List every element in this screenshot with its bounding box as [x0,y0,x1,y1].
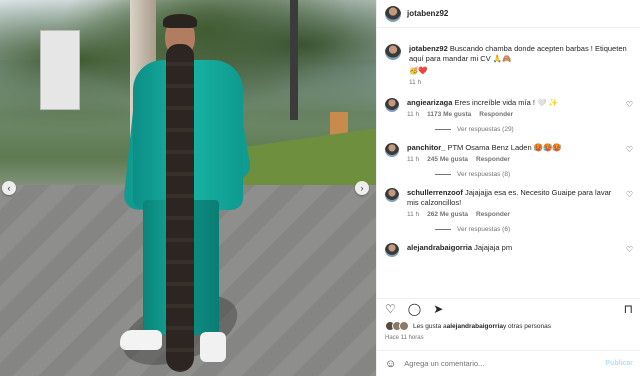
publish-button[interactable]: Publicar [605,360,633,367]
avatar[interactable] [385,98,399,112]
chevron-right-icon: › [360,183,364,193]
emoji-icon[interactable]: ☺ [385,358,396,370]
heart-icon[interactable]: ♡ [626,245,633,257]
heart-icon[interactable]: ♡ [626,100,633,118]
comment-time: 11 h [407,111,420,118]
man-in-teal-suit [0,0,376,376]
post-time: Hace 11 horas [385,335,424,341]
comment-username[interactable]: panchitor_ [407,143,445,152]
post-header: jotabenz92 [377,0,640,28]
comment-input[interactable]: Agrega un comentario... [404,359,484,368]
next-photo-button[interactable]: › [355,181,369,195]
avatar [399,321,409,331]
likes-suffix: y otras personas [502,322,552,330]
comment-icon[interactable]: ◯ [408,303,421,315]
caption-time: 11 h [409,79,422,86]
comment-time: 11 h [407,211,420,218]
caption: jotabenz92 Buscando chamba donde acepten… [377,44,640,86]
view-replies-label[interactable]: Ver respuestas (29) [457,126,514,133]
right-shoe [200,332,226,362]
avatar[interactable] [385,44,401,60]
reply-button[interactable]: Responder [479,111,513,118]
comment-body: Eres increíble vida mía ! 🤍 ✨ [454,98,558,107]
like-heart-icon[interactable]: ♡ [385,303,396,315]
likes-prefix: Les gusta a [413,322,447,330]
post-actions: ♡ ◯ ➤ ⊓ [377,298,640,318]
left-shoe [120,330,162,350]
view-replies[interactable]: Ver respuestas (8) [435,171,640,178]
divider [435,129,451,130]
comment-username[interactable]: angiearizaga [407,98,452,107]
post-username[interactable]: jotabenz92 [407,9,448,18]
comment-item: schullerrenzoof Jajajajja esa es. Necesi… [377,188,640,218]
avatar[interactable] [385,243,399,257]
comment-text: angiearizaga Eres increíble vida mía ! 🤍… [407,98,622,108]
heart-icon[interactable]: ♡ [626,190,633,218]
post-photo: ‹ › [0,0,376,376]
caption-emojis: 🥳❤️ [409,66,428,75]
prev-photo-button[interactable]: ‹ [2,181,16,195]
view-replies[interactable]: Ver respuestas (29) [435,126,640,133]
view-replies-label[interactable]: Ver respuestas (8) [457,171,510,178]
view-replies-label[interactable]: Ver respuestas (6) [457,226,510,233]
comment-meta: 11 h 262 Me gusta Responder [407,211,622,218]
comment-username[interactable]: alejandrabaigorria [407,243,472,252]
comment-meta: 11 h 245 Me gusta Responder [407,156,622,163]
chevron-left-icon: ‹ [7,183,11,193]
comment-text: alejandrabaigorria Jajajaja pm [407,243,622,253]
comment-body: PTM Osama Benz Laden 🥵🥵🥵 [447,143,562,152]
comment-text: panchitor_ PTM Osama Benz Laden 🥵🥵🥵 [407,143,622,153]
view-replies[interactable]: Ver respuestas (6) [435,226,640,233]
caption-meta: 11 h [409,79,633,86]
reply-button[interactable]: Responder [476,211,510,218]
avatar[interactable] [385,188,399,202]
comment-item: alejandrabaigorria Jajajaja pm ♡ [377,243,640,257]
divider [435,174,451,175]
save-bookmark-icon[interactable]: ⊓ [624,303,633,315]
likes-summary[interactable]: Les gusta a alejandrabaigorria y otras p… [385,321,551,331]
comment-text: schullerrenzoof Jajajajja esa es. Necesi… [407,188,622,208]
comment-likes[interactable]: 1173 Me gusta [427,111,471,118]
likes-user[interactable]: alejandrabaigorria [447,323,503,330]
avatar[interactable] [385,5,401,22]
comments-list[interactable]: jotabenz92 Buscando chamba donde acepten… [377,34,640,292]
avatar[interactable] [385,143,399,157]
long-beard [166,44,194,372]
post-panel: jotabenz92 jotabenz92 Buscando chamba do… [376,0,640,376]
caption-username[interactable]: jotabenz92 [409,44,448,53]
divider [435,229,451,230]
comment-username[interactable]: schullerrenzoof [407,188,463,197]
hair [163,14,197,28]
liker-avatars [385,321,409,331]
caption-text: jotabenz92 Buscando chamba donde acepten… [409,44,633,64]
comment-item: angiearizaga Eres increíble vida mía ! 🤍… [377,98,640,118]
share-icon[interactable]: ➤ [433,303,443,315]
comment-likes[interactable]: 262 Me gusta [427,211,468,218]
add-comment-bar: ☺ Agrega un comentario... Publicar [377,350,640,376]
comment-item: panchitor_ PTM Osama Benz Laden 🥵🥵🥵 11 h… [377,143,640,163]
heart-icon[interactable]: ♡ [626,145,633,163]
reply-button[interactable]: Responder [476,156,510,163]
comment-likes[interactable]: 245 Me gusta [427,156,468,163]
comment-body: Jajajaja pm [474,243,513,252]
comment-meta: 11 h 1173 Me gusta Responder [407,111,622,118]
comment-time: 11 h [407,156,420,163]
